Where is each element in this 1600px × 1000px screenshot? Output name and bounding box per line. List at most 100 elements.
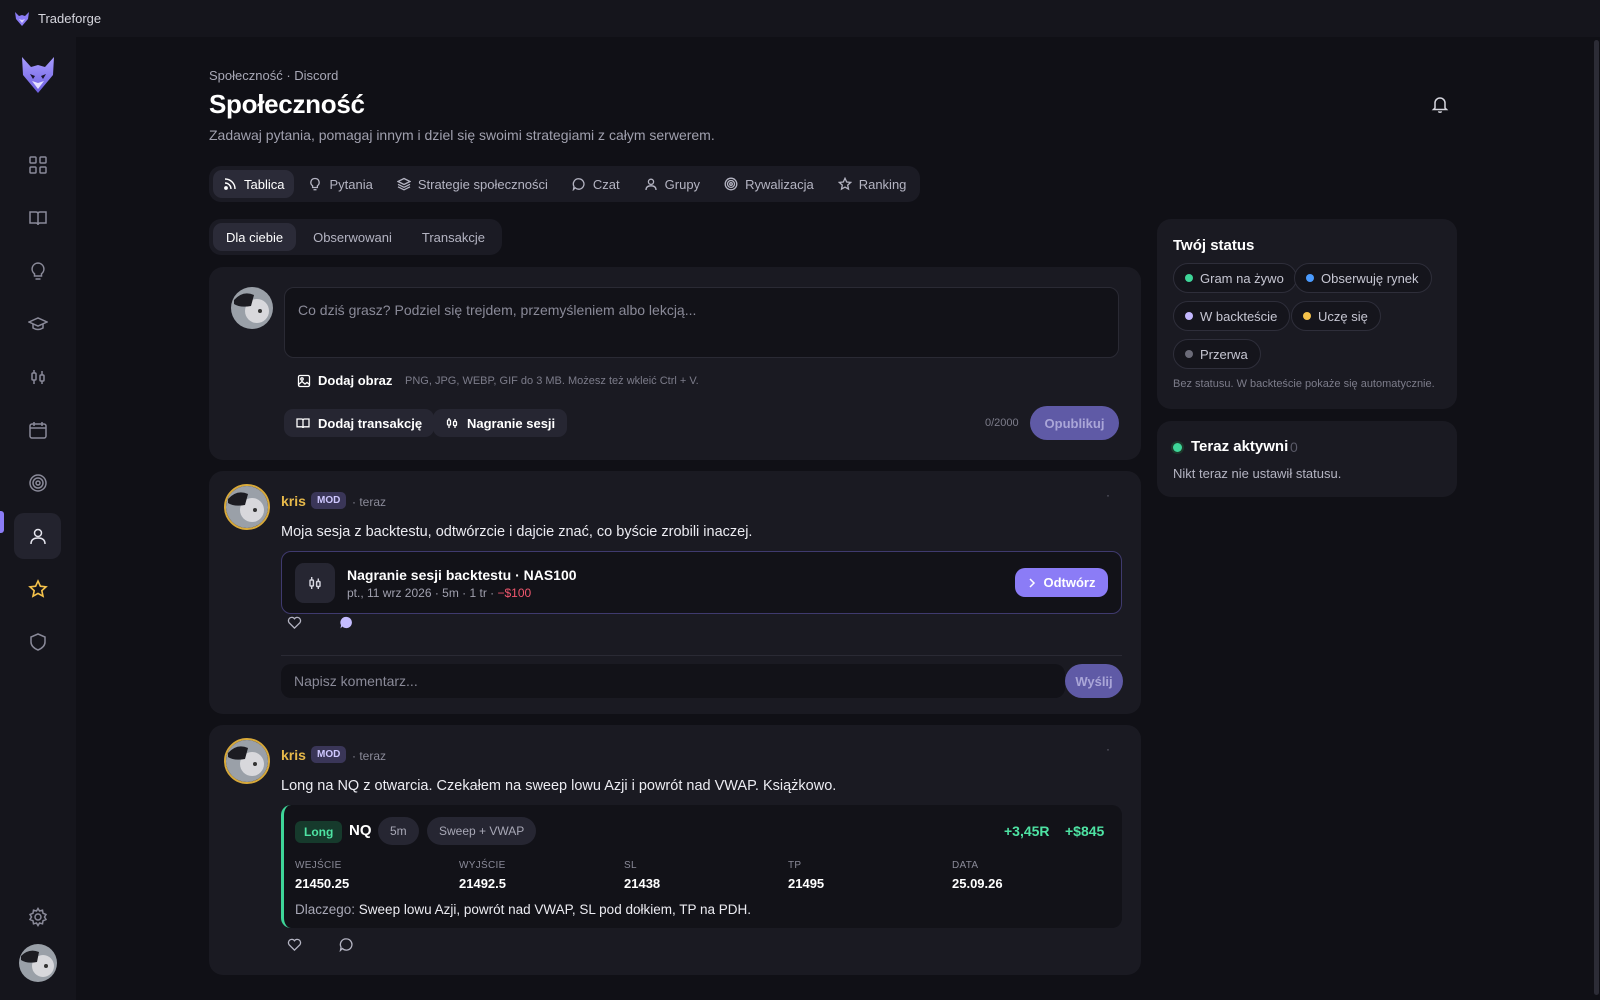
session-recording-button[interactable]: Nagranie sesji <box>433 409 568 437</box>
exit-value: 21492.5 <box>459 876 506 891</box>
target-icon <box>28 474 47 492</box>
sl-label: SL <box>624 860 637 871</box>
user-icon <box>29 528 46 545</box>
status-dot <box>1185 274 1193 282</box>
post-input[interactable] <box>284 287 1119 358</box>
comment-icon[interactable] <box>339 615 354 630</box>
tab-trades[interactable]: Transakcje <box>409 223 498 251</box>
heart-icon[interactable] <box>287 615 302 630</box>
status-dot <box>1306 274 1314 282</box>
post-text: Long na NQ z otwarcia. Czekałem na sweep… <box>281 778 837 794</box>
tab-chat[interactable]: Czat <box>562 170 630 198</box>
tab-community-strategies[interactable]: Strategie społeczności <box>387 170 558 198</box>
active-now-title: Teraz aktywni <box>1191 438 1289 455</box>
status-option-backtest[interactable]: W backteście <box>1173 301 1291 331</box>
tab-for-you[interactable]: Dla ciebie <box>213 223 297 251</box>
comment-input[interactable] <box>281 664 1065 698</box>
tab-questions[interactable]: Pytania <box>298 170 382 198</box>
publish-button[interactable]: Opublikuj <box>1030 406 1119 440</box>
sidebar-item-favorites[interactable] <box>14 566 61 612</box>
mod-badge: MOD <box>311 746 347 763</box>
chat-icon <box>572 178 585 191</box>
sidebar <box>0 37 76 1000</box>
sidebar-item-settings[interactable] <box>14 894 61 940</box>
status-dot <box>1185 350 1193 358</box>
scrollbar[interactable] <box>1594 40 1599 995</box>
session-meta: pt., 11 wrz 2026 · 5m · 1 tr · −$100 <box>347 586 532 600</box>
chevron-right-icon <box>1028 577 1035 588</box>
author-name[interactable]: kris <box>281 747 306 763</box>
entry-value: 21450.25 <box>295 876 350 891</box>
post-text: Moja sesja z backtestu, odtwórzcie i daj… <box>281 524 753 540</box>
active-now-note: Nikt teraz nie ustawił statusu. <box>1173 466 1342 481</box>
tp-label: TP <box>788 860 802 871</box>
sidebar-item-dashboard[interactable] <box>14 142 61 188</box>
post-time: · teraz <box>352 749 387 763</box>
status-dot <box>1185 312 1193 320</box>
sidebar-item-academy[interactable] <box>14 301 61 347</box>
post-actions <box>287 615 354 630</box>
calendar-icon <box>28 422 47 439</box>
status-note: Bez statusu. W backteście pokaże się aut… <box>1173 378 1435 390</box>
sidebar-item-backtest[interactable] <box>14 354 61 400</box>
breadcrumb: Społeczność · Discord <box>209 68 339 83</box>
post-menu-button[interactable]: · <box>1106 488 1110 502</box>
heart-icon[interactable] <box>287 937 302 952</box>
sidebar-item-journal[interactable] <box>14 195 61 241</box>
graduation-cap-icon <box>27 317 48 331</box>
candles-icon <box>309 577 321 589</box>
tab-groups[interactable]: Grupy <box>634 170 710 198</box>
star-icon <box>837 177 852 191</box>
send-comment-button[interactable]: Wyślij <box>1065 664 1123 698</box>
post-composer: Dodaj obraz PNG, JPG, WEBP, GIF do 3 MB.… <box>209 267 1141 460</box>
status-option-break[interactable]: Przerwa <box>1173 339 1261 369</box>
rss-icon <box>224 178 236 190</box>
author-avatar[interactable] <box>224 738 270 784</box>
sidebar-item-community[interactable] <box>14 513 61 559</box>
add-image-button[interactable]: Dodaj obraz <box>297 373 392 388</box>
author-avatar[interactable] <box>224 484 270 530</box>
user-icon <box>645 178 657 191</box>
avatar <box>231 287 273 329</box>
sidebar-item-goals[interactable] <box>14 460 61 506</box>
target-icon <box>724 177 738 191</box>
entry-label: WEJŚCIE <box>295 860 342 871</box>
book-icon <box>28 211 47 226</box>
book-icon <box>296 418 310 429</box>
shield-icon <box>29 633 46 651</box>
sidebar-item-security[interactable] <box>14 619 61 665</box>
exit-label: WYJŚCIE <box>459 860 506 871</box>
timeframe-pill: 5m <box>378 817 419 845</box>
post-menu-button[interactable]: · <box>1106 742 1110 756</box>
tab-competition[interactable]: Rywalizacja <box>714 170 824 198</box>
status-option-live[interactable]: Gram na żywo <box>1173 263 1297 293</box>
sidebar-item-ideas[interactable] <box>14 248 61 294</box>
comment-icon[interactable] <box>339 937 354 952</box>
tab-board[interactable]: Tablica <box>213 170 295 198</box>
lightbulb-icon <box>30 262 45 280</box>
layers-icon <box>396 177 411 191</box>
fox-logo-icon[interactable] <box>18 55 58 95</box>
tab-ranking[interactable]: Ranking <box>828 170 917 198</box>
page-subtitle: Zadawaj pytania, pomagaj innym i dziel s… <box>209 127 715 143</box>
open-session-button[interactable]: Odtwórz <box>1015 568 1108 597</box>
status-dot <box>1303 312 1311 320</box>
add-trade-button[interactable]: Dodaj transakcję <box>284 409 435 437</box>
date-label: DATA <box>952 860 979 871</box>
user-avatar[interactable] <box>19 944 57 982</box>
trade-reason: Dlaczego: Sweep lowu Azji, powrót nad VW… <box>295 902 752 917</box>
date-value: 25.09.26 <box>952 876 1003 891</box>
online-dot <box>1173 443 1182 452</box>
sidebar-item-calendar[interactable] <box>14 407 61 453</box>
active-now-count: 0 <box>1290 439 1298 455</box>
bell-icon[interactable] <box>1430 94 1450 114</box>
grid-icon <box>28 156 47 174</box>
status-panel: Twój status Gram na żywo Obserwuję rynek… <box>1157 219 1457 409</box>
author-name[interactable]: kris <box>281 493 306 509</box>
mod-badge: MOD <box>311 492 347 509</box>
status-option-learning[interactable]: Uczę się <box>1291 301 1381 331</box>
post-card: kris MOD · teraz · Moja sesja z backtest… <box>209 471 1141 714</box>
status-option-watching[interactable]: Obserwuję rynek <box>1294 263 1432 293</box>
tab-following[interactable]: Obserwowani <box>300 223 405 251</box>
trade-card[interactable]: Long NQ 5m Sweep + VWAP +3,45R +$845 WEJ… <box>281 805 1122 928</box>
